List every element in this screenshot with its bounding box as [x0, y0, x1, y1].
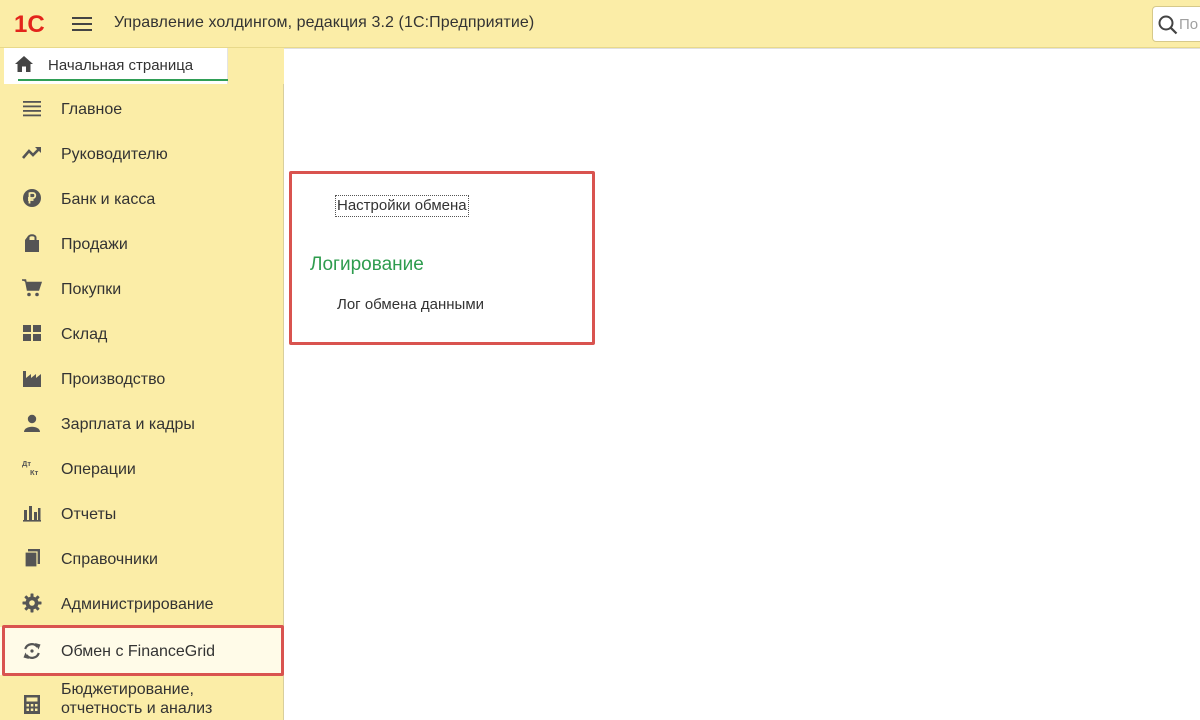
search-box[interactable]: [1152, 6, 1200, 42]
menu-lines-icon: [23, 101, 41, 117]
logging-group-title: Логирование: [310, 254, 424, 275]
calculator-icon: [24, 695, 40, 714]
shopping-bag-icon: [25, 234, 39, 252]
tab-home-label: Начальная страница: [48, 57, 194, 74]
sidebar-item-purchases[interactable]: Покупки: [0, 266, 283, 311]
sidebar-item-label: Администрирование: [61, 596, 214, 613]
debit-credit-icon: Дт Кт: [22, 459, 39, 477]
search-input[interactable]: [1179, 14, 1200, 34]
sidebar-item-label: Обмен с FinanceGrid: [61, 643, 216, 660]
sidebar-item-label: Склад: [61, 326, 108, 343]
search-icon: [1158, 15, 1178, 35]
svg-text:1С: 1С: [14, 11, 45, 35]
sidebar-item-warehouse[interactable]: Склад: [0, 311, 283, 356]
sidebar-item-production[interactable]: Производство: [0, 356, 283, 401]
sidebar-item-label: Отчеты: [61, 506, 117, 523]
app-title: Управление холдингом, редакция 3.2 (1С:П…: [114, 14, 535, 31]
gear-icon: [22, 593, 42, 613]
sidebar: Главное Руководителю Банк и касса Продаж…: [0, 84, 284, 720]
warehouse-grid-icon: [23, 325, 41, 341]
sidebar-item-budgeting[interactable]: Бюджетирование, отчетность и анализ: [0, 677, 283, 720]
main-menu-icon[interactable]: [72, 14, 92, 34]
sidebar-item-bank[interactable]: Банк и касса: [0, 176, 283, 221]
factory-icon: [23, 371, 41, 387]
sidebar-item-label: Покупки: [61, 281, 122, 298]
ruble-coin-icon: [23, 189, 41, 207]
sidebar-item-main[interactable]: Главное: [0, 86, 283, 131]
sidebar-item-sales[interactable]: Продажи: [0, 221, 283, 266]
sidebar-item-label: Банк и касса: [61, 191, 156, 208]
books-icon: [24, 549, 40, 568]
svg-text:Кт: Кт: [30, 468, 39, 477]
svg-text:Дт: Дт: [22, 459, 31, 468]
title-bar: 1С Управление холдингом, редакция 3.2 (1…: [0, 0, 1200, 48]
sidebar-item-hr[interactable]: Зарплата и кадры: [0, 401, 283, 446]
sidebar-item-label: Операции: [61, 461, 136, 478]
content-area: [284, 48, 1200, 720]
tab-home[interactable]: Начальная страница: [4, 48, 228, 84]
trend-up-icon: [22, 147, 41, 159]
tabstrip-fill: [228, 48, 284, 84]
sidebar-item-catalogs[interactable]: Справочники: [0, 536, 283, 581]
sidebar-item-reports[interactable]: Отчеты: [0, 491, 283, 536]
sync-icon: [23, 643, 41, 659]
sidebar-item-label: Зарплата и кадры: [61, 416, 195, 433]
exchange-settings-link[interactable]: Настройки обмена: [335, 195, 469, 217]
sidebar-item-label: Продажи: [61, 236, 128, 253]
sidebar-item-label: Бюджетирование, отчетность и анализ: [61, 681, 213, 717]
home-icon: [15, 56, 33, 72]
active-tab-indicator: [18, 79, 228, 81]
sidebar-item-operations[interactable]: Дт Кт Операции: [0, 446, 283, 491]
sidebar-item-label: Справочники: [61, 551, 158, 568]
sidebar-item-manager[interactable]: Руководителю: [0, 131, 283, 176]
sidebar-item-label: Главное: [61, 101, 123, 118]
person-icon: [24, 414, 40, 432]
shopping-cart-icon: [22, 279, 42, 297]
bar-chart-icon: [23, 506, 41, 522]
sidebar-item-administration[interactable]: Администрирование: [0, 581, 283, 626]
sidebar-item-label: Руководителю: [61, 146, 168, 163]
1c-logo-icon[interactable]: 1С: [14, 11, 58, 35]
sidebar-item-label: Производство: [61, 371, 166, 388]
sidebar-item-financegrid-exchange[interactable]: Обмен с FinanceGrid: [0, 627, 283, 675]
exchange-log-link[interactable]: Лог обмена данными: [337, 296, 484, 313]
